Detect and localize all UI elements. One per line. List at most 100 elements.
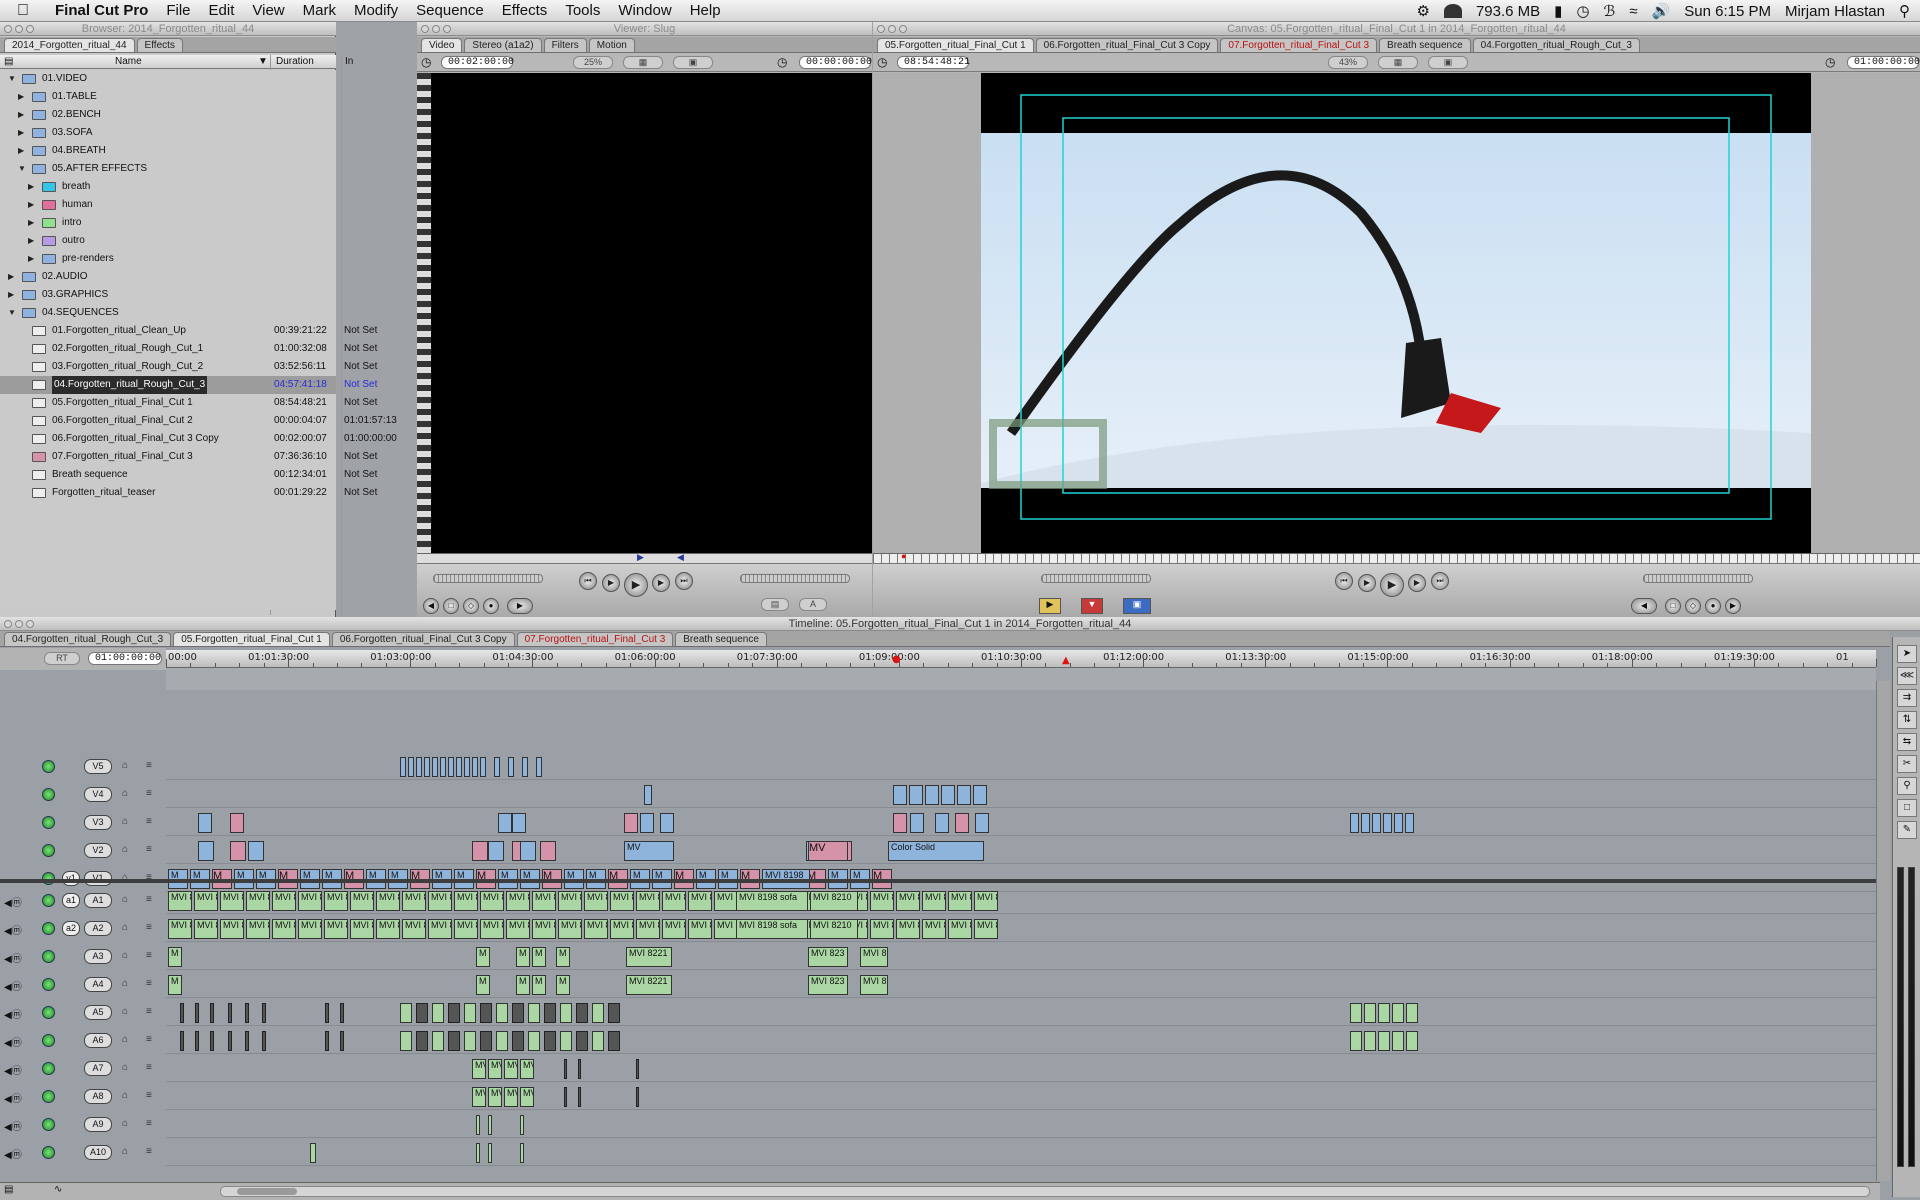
menu-effects[interactable]: Effects: [493, 2, 557, 19]
audible-toggle-icon[interactable]: [42, 1006, 55, 1019]
bin-item[interactable]: ▶ 02.BENCH: [0, 106, 336, 124]
timeline-clip[interactable]: [340, 1003, 344, 1023]
sequence-item[interactable]: 01.Forgotten_ritual_Clean_Up 00:39:21:22 N…: [0, 322, 377, 340]
timeline-clip[interactable]: MV: [488, 1087, 502, 1107]
playhead-marker-icon[interactable]: ●: [901, 551, 906, 561]
timeline-clip[interactable]: [248, 841, 264, 861]
timeline-clip[interactable]: MVI 81: [688, 891, 712, 911]
gear-icon[interactable]: ⚙: [1417, 2, 1430, 20]
timeline-clip[interactable]: [400, 1003, 412, 1023]
disclosure-closed-icon[interactable]: ▶: [28, 250, 38, 268]
time-machine-icon[interactable]: ◷: [1576, 2, 1589, 20]
timeline-clip[interactable]: [528, 1031, 540, 1051]
timeline-clip[interactable]: [198, 841, 214, 861]
disclosure-closed-icon[interactable]: ▶: [18, 124, 28, 142]
timeline-clip[interactable]: MVI 81: [246, 919, 270, 939]
auto-select-icon[interactable]: ≡: [146, 1090, 152, 1101]
timeline-clip[interactable]: [230, 813, 244, 833]
menu-file[interactable]: File: [157, 2, 199, 19]
list-view-icon[interactable]: ▤: [4, 56, 13, 67]
timeline-clip[interactable]: [1392, 1031, 1404, 1051]
disclosure-open-icon[interactable]: ▼: [8, 304, 18, 322]
auto-select-icon[interactable]: ≡: [146, 788, 152, 799]
timeline-clip[interactable]: [1364, 1031, 1376, 1051]
menu-view[interactable]: View: [243, 2, 293, 19]
previous-edit-button[interactable]: ⏮: [1335, 572, 1353, 590]
timeline-clip[interactable]: MVI 81: [480, 919, 504, 939]
timeline-clip[interactable]: [941, 785, 955, 805]
bin-item[interactable]: ▶ 02.AUDIO: [0, 268, 336, 286]
menu-tools[interactable]: Tools: [556, 2, 609, 19]
timeline-clip[interactable]: [564, 1087, 567, 1107]
mark-in-out-button[interactable]: ◀: [1631, 598, 1657, 614]
timeline-clip[interactable]: MVI 81: [610, 891, 634, 911]
audible-toggle-icon[interactable]: [42, 1090, 55, 1103]
audio-controls-icon[interactable]: ◀ⓜ: [4, 950, 22, 965]
timeline-clip[interactable]: M: [532, 975, 546, 995]
overlay-popup[interactable]: ▣: [1428, 56, 1468, 69]
timeline-clip[interactable]: MVI 81: [948, 919, 972, 939]
timeline-clip[interactable]: MV: [808, 841, 848, 861]
auto-select-icon[interactable]: ≡: [146, 1034, 152, 1045]
timeline-clip[interactable]: M: [556, 947, 570, 967]
disclosure-closed-icon[interactable]: ▶: [28, 196, 38, 214]
timeline-clip[interactable]: [496, 1003, 508, 1023]
lock-icon[interactable]: ⌂: [122, 1118, 128, 1129]
timeline-clip[interactable]: [400, 757, 406, 777]
timeline-clip[interactable]: MVI 81: [636, 919, 660, 939]
timeline-clip[interactable]: [198, 813, 212, 833]
timeline-clip[interactable]: MVI 81: [532, 891, 556, 911]
timeline-clip[interactable]: [416, 1031, 428, 1051]
disclosure-closed-icon[interactable]: ▶: [28, 178, 38, 196]
timeline-clip[interactable]: [592, 1031, 604, 1051]
disclosure-closed-icon[interactable]: ▶: [18, 88, 28, 106]
timeline-clip[interactable]: MVI 81: [922, 891, 946, 911]
timeline-clip[interactable]: M: [516, 947, 530, 967]
timeline-clip[interactable]: MVI 81: [896, 919, 920, 939]
clip-overlays-icon[interactable]: ∿: [54, 1184, 62, 1195]
audio-controls-icon[interactable]: ◀ⓜ: [4, 1062, 22, 1077]
crop-tool-icon[interactable]: □: [1897, 799, 1917, 817]
disclosure-closed-icon[interactable]: ▶: [28, 214, 38, 232]
selection-tool-icon[interactable]: ➤: [1897, 645, 1917, 663]
timeline-clip[interactable]: MVI 81: [428, 919, 452, 939]
timeline-clip[interactable]: MVI 8210: [810, 891, 858, 911]
timeline-clip[interactable]: [310, 1143, 316, 1163]
timeline-clip[interactable]: [1405, 813, 1414, 833]
lock-icon[interactable]: ⌂: [122, 1034, 128, 1045]
timeline-clip[interactable]: [520, 841, 536, 861]
timeline-clip[interactable]: MVI 8221: [626, 975, 672, 995]
add-marker-button[interactable]: ●: [1705, 598, 1721, 614]
visibility-toggle-icon[interactable]: [42, 788, 55, 801]
sequence-item[interactable]: 07.Forgotten_ritual_Final_Cut 3 07:36:36:…: [0, 448, 377, 466]
zoom-button[interactable]: [899, 25, 907, 33]
timeline-clip[interactable]: [195, 1031, 199, 1051]
menubar-user[interactable]: Mirjam Hlastan: [1785, 3, 1885, 20]
timeline-clip[interactable]: [180, 1031, 184, 1051]
play-button[interactable]: ▶: [624, 573, 648, 597]
destination-control[interactable]: V5: [84, 759, 112, 774]
menubar-clock[interactable]: Sun 6:15 PM: [1684, 3, 1771, 20]
timeline-clip[interactable]: [1378, 1031, 1390, 1051]
timeline-clip[interactable]: MV: [488, 1059, 502, 1079]
timeline-clip[interactable]: [498, 813, 512, 833]
timeline-clip[interactable]: [910, 813, 924, 833]
timeline-clip[interactable]: [262, 1003, 266, 1023]
visibility-toggle-icon[interactable]: [42, 760, 55, 773]
timeline-clip[interactable]: MVI 81: [298, 891, 322, 911]
disclosure-closed-icon[interactable]: ▶: [18, 106, 28, 124]
timeline-clip[interactable]: [180, 1003, 184, 1023]
audio-controls-icon[interactable]: ◀ⓜ: [4, 978, 22, 993]
timeline-clip[interactable]: [195, 1003, 199, 1023]
timeline-clip[interactable]: [578, 1059, 581, 1079]
timeline-clip[interactable]: [424, 757, 430, 777]
timeline-clip[interactable]: [636, 1059, 639, 1079]
in-point-marker-icon[interactable]: ▶: [637, 552, 644, 563]
disclosure-closed-icon[interactable]: ▶: [18, 142, 28, 160]
timeline-clip[interactable]: M: [476, 975, 490, 995]
timeline-vertical-scrollbar[interactable]: [1876, 681, 1890, 1181]
timeline-clip[interactable]: [660, 813, 674, 833]
auto-select-icon[interactable]: ≡: [146, 894, 152, 905]
timeline-clip[interactable]: [560, 1003, 572, 1023]
lock-icon[interactable]: ⌂: [122, 1062, 128, 1073]
